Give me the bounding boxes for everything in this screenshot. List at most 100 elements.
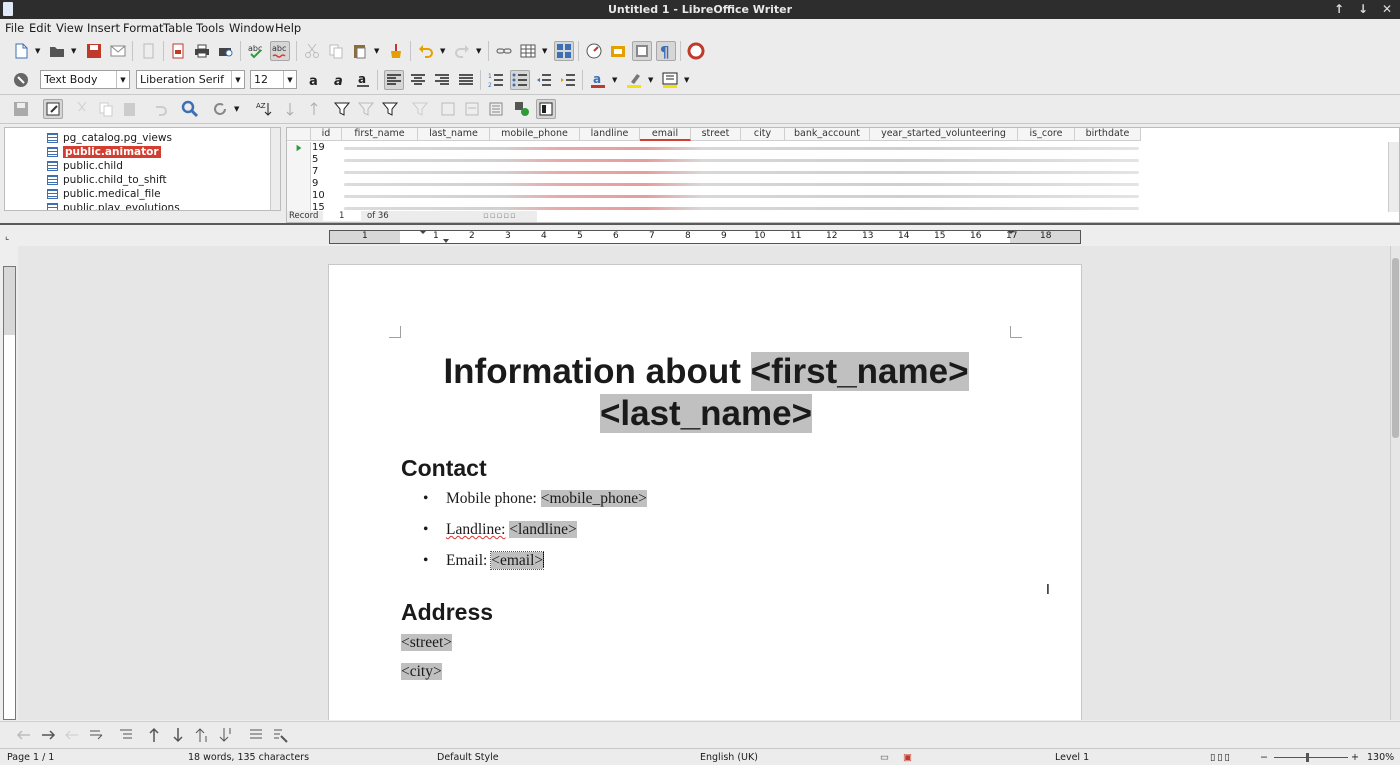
find-record-icon[interactable] (180, 99, 200, 119)
font-size-combo[interactable]: 12 ▼ (250, 70, 297, 89)
increase-indent-icon[interactable] (558, 70, 578, 90)
spelling-icon[interactable]: abc (246, 41, 266, 61)
paste-icon[interactable] (350, 41, 370, 61)
column-header[interactable]: city (741, 128, 785, 141)
email-field[interactable]: <email> (490, 551, 545, 570)
horizontal-ruler[interactable]: 1 1 2 3 4 5 6 7 8 9 10 11 12 13 14 15 16… (329, 230, 1081, 244)
mobile-phone-field[interactable]: <mobile_phone> (540, 490, 647, 507)
table-row[interactable] (344, 183, 1139, 186)
apply-filter-icon[interactable] (356, 99, 376, 119)
reset-filter-icon[interactable] (410, 99, 430, 119)
document-workspace[interactable]: Information about <first_name> <last_nam… (18, 246, 1390, 720)
table-row[interactable] (344, 207, 1139, 210)
restart-numbering-icon[interactable] (270, 725, 290, 745)
undo-icon[interactable] (416, 41, 436, 61)
font-name-combo[interactable]: Liberation Serif ▼ (136, 70, 245, 89)
standard-filter-icon[interactable] (380, 99, 400, 119)
chevron-down-icon[interactable]: ▼ (116, 71, 129, 88)
new-document-icon[interactable] (11, 41, 31, 61)
data-to-fields-icon[interactable] (462, 99, 482, 119)
font-color-dropdown-icon[interactable]: ▼ (612, 70, 619, 90)
save-icon[interactable] (84, 41, 104, 61)
street-field[interactable]: <street> (401, 634, 453, 651)
column-header[interactable]: mobile_phone (490, 128, 580, 141)
column-header[interactable]: first_name (342, 128, 418, 141)
menu-window[interactable]: Window (229, 21, 274, 35)
italic-icon[interactable]: a (329, 70, 349, 90)
tree-item-child-to-shift[interactable]: public.child_to_shift (47, 173, 167, 186)
column-header-selected[interactable]: email (640, 128, 691, 141)
zoom-level[interactable]: 130% (1367, 752, 1394, 763)
background-color-icon[interactable] (660, 70, 680, 90)
edit-data-icon[interactable] (43, 99, 63, 119)
tree-item-medical-file[interactable]: public.medical_file (47, 187, 161, 200)
menu-file[interactable]: File (5, 21, 24, 35)
bold-icon[interactable]: a (305, 70, 325, 90)
row-id[interactable]: 19 (312, 142, 342, 154)
document-scrollbar[interactable] (1390, 246, 1400, 720)
undo-dropdown-icon[interactable]: ▼ (440, 41, 447, 61)
data-sources-icon[interactable] (554, 41, 574, 61)
menu-help[interactable]: Help (275, 21, 301, 35)
sort-descending-icon[interactable] (304, 99, 324, 119)
row-id[interactable]: 10 (312, 190, 342, 202)
demote-outline-icon[interactable] (86, 725, 106, 745)
record-nav-arrows-icon[interactable]: ▫▫▫▫▫ (483, 211, 517, 221)
move-item-down-icon[interactable] (216, 725, 236, 745)
document-modified-icon[interactable]: ▣ (903, 752, 912, 763)
highlight-dropdown-icon[interactable]: ▼ (648, 70, 655, 90)
email-icon[interactable] (108, 41, 128, 61)
row-selector[interactable] (287, 190, 311, 202)
export-pdf-icon[interactable] (168, 41, 188, 61)
landline-field[interactable]: <landline> (509, 521, 577, 538)
street-paragraph[interactable]: <street> (401, 634, 453, 652)
zoom-slider-handle[interactable] (1306, 753, 1309, 762)
move-item-up-icon[interactable] (192, 725, 212, 745)
autofilter-icon[interactable] (332, 99, 352, 119)
styles-icon[interactable] (11, 70, 31, 90)
clone-formatting-icon[interactable] (386, 41, 406, 61)
close-icon[interactable]: ✕ (1382, 2, 1392, 16)
grid-scrollbar[interactable] (1388, 142, 1399, 212)
column-header[interactable]: id (311, 128, 342, 141)
menu-format[interactable]: Format (123, 21, 164, 35)
tree-item-child[interactable]: public.child (47, 159, 123, 172)
open-folder-icon[interactable] (47, 41, 67, 61)
document-page[interactable]: Information about <first_name> <last_nam… (328, 264, 1082, 720)
vertical-ruler[interactable] (3, 266, 16, 720)
demote-icon[interactable] (38, 725, 58, 745)
row-selector[interactable] (287, 142, 311, 154)
column-header[interactable]: street (691, 128, 741, 141)
record-number-input[interactable]: 1 (323, 211, 361, 221)
align-right-icon[interactable] (432, 70, 452, 90)
menu-view[interactable]: View (56, 21, 83, 35)
decrease-indent-icon[interactable] (534, 70, 554, 90)
menu-insert[interactable]: Insert (87, 21, 120, 35)
move-down-icon[interactable] (168, 725, 188, 745)
tree-item-pg-views[interactable]: pg_catalog.pg_views (47, 131, 172, 144)
edit-mode-icon[interactable] (139, 41, 159, 61)
cut-icon[interactable] (302, 41, 322, 61)
page-style[interactable]: Default Style (437, 752, 499, 763)
copy-icon[interactable] (326, 41, 346, 61)
document-title[interactable]: Information about <first_name> <last_nam… (389, 351, 1023, 435)
undo-record-icon[interactable] (150, 99, 170, 119)
city-field[interactable]: <city> (401, 663, 442, 680)
zoom-in-icon[interactable]: + (1351, 752, 1359, 763)
view-layout-icons[interactable]: ▯▯▯ (1210, 752, 1232, 763)
table-dropdown-icon[interactable]: ▼ (542, 41, 549, 61)
address-heading[interactable]: Address (401, 599, 493, 626)
sort-ascending-icon[interactable] (280, 99, 300, 119)
row-id[interactable]: 5 (312, 154, 342, 166)
open-dropdown-icon[interactable]: ▼ (71, 41, 78, 61)
zoom-out-icon[interactable]: − (1260, 752, 1268, 763)
language[interactable]: English (UK) (700, 752, 758, 763)
tree-item-animator[interactable]: public.animator (47, 145, 161, 158)
data-source-browser-icon[interactable] (632, 41, 652, 61)
justify-icon[interactable] (456, 70, 476, 90)
refresh-dropdown-icon[interactable]: ▼ (234, 99, 241, 119)
page-indicator[interactable]: Page 1 / 1 (7, 752, 54, 763)
paste-dropdown-icon[interactable]: ▼ (374, 41, 381, 61)
insert-unnumbered-icon[interactable] (246, 725, 266, 745)
table-row[interactable] (344, 171, 1139, 174)
